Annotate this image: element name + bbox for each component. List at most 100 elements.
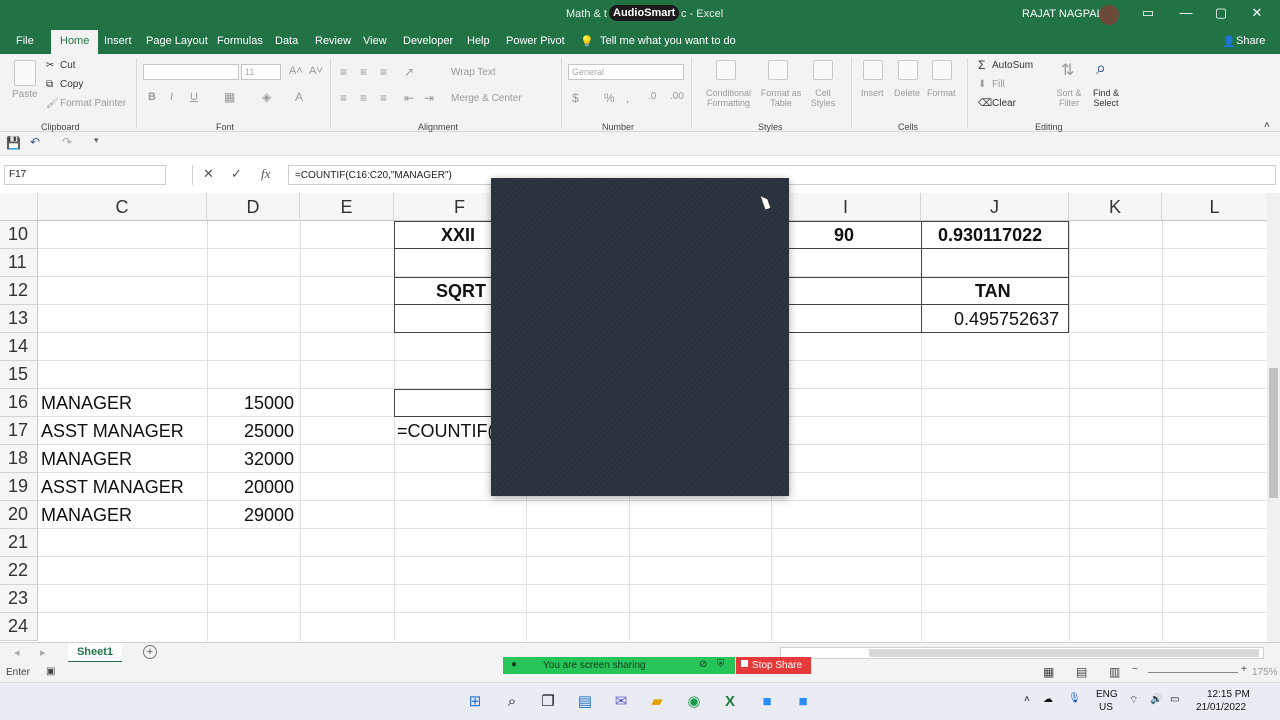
row-header[interactable]: 19 — [0, 473, 38, 501]
tab-formulas[interactable]: Formulas — [217, 35, 263, 47]
wifi-icon[interactable]: ⌔ — [1129, 694, 1138, 707]
insert-function-icon[interactable]: fx — [261, 166, 270, 182]
search-icon[interactable]: ⌕ — [501, 691, 523, 713]
bold-icon[interactable]: B — [148, 91, 156, 103]
tab-view[interactable]: View — [363, 35, 387, 47]
tab-insert[interactable]: Insert — [104, 35, 132, 47]
row-header[interactable]: 15 — [0, 361, 38, 389]
macro-recorder-icon[interactable]: ▣ — [46, 666, 55, 677]
tab-home[interactable]: Home — [51, 30, 99, 54]
zoom-slider[interactable] — [1148, 672, 1238, 673]
autosum-button[interactable]: AutoSum — [992, 60, 1033, 71]
sort-filter-button[interactable]: Sort & Filter — [1052, 88, 1086, 108]
find-select-button[interactable]: Find & Select — [1088, 88, 1124, 108]
page-layout-view-icon[interactable]: ▤ — [1076, 665, 1087, 679]
row-header[interactable]: 24 — [0, 613, 38, 641]
format-cells-icon[interactable] — [932, 60, 952, 80]
insert-cells-button[interactable]: Insert — [861, 88, 884, 98]
tab-file[interactable]: File — [16, 35, 34, 47]
cell-f12[interactable]: SQRT — [436, 281, 486, 302]
comma-icon[interactable]: , — [626, 91, 629, 105]
merge-center-button[interactable]: Merge & Center — [451, 93, 522, 104]
cell-d16[interactable]: 15000 — [244, 393, 294, 414]
align-bottom-icon[interactable]: ≡ — [380, 65, 387, 79]
input-language[interactable]: ENG — [1096, 689, 1118, 700]
row-header[interactable]: 18 — [0, 445, 38, 473]
column-header-e[interactable]: E — [300, 193, 394, 221]
italic-icon[interactable]: I — [170, 91, 173, 103]
format-cells-button[interactable]: Format — [927, 88, 956, 98]
align-left-icon[interactable]: ≡ — [340, 91, 347, 105]
zoom-level[interactable]: 175% — [1252, 667, 1278, 678]
vertical-scrollbar[interactable] — [1267, 193, 1280, 643]
cut-button[interactable]: Cut — [60, 60, 76, 71]
row-header[interactable]: 12 — [0, 277, 38, 305]
cell-i10[interactable]: 90 — [834, 225, 854, 246]
row-header[interactable]: 22 — [0, 557, 38, 585]
customize-qat-icon[interactable]: ▾ — [94, 135, 99, 146]
name-box[interactable]: F17 — [4, 165, 166, 185]
align-top-icon[interactable]: ≡ — [340, 65, 347, 79]
sort-filter-icon[interactable]: ⇅ — [1061, 60, 1074, 80]
column-header-c[interactable]: C — [38, 193, 207, 221]
cell-styles-button[interactable]: Cell Styles — [806, 88, 840, 108]
select-all-corner[interactable] — [0, 193, 38, 221]
minimize-icon[interactable]: — — [1175, 5, 1197, 25]
font-size-box[interactable]: 11 — [241, 64, 281, 80]
fill-button[interactable]: Fill — [992, 79, 1005, 90]
delete-cells-icon[interactable] — [898, 60, 918, 80]
onedrive-icon[interactable]: ☁ — [1043, 694, 1053, 705]
find-icon[interactable]: ⌕ — [1096, 58, 1106, 79]
cell-c16[interactable]: MANAGER — [41, 393, 132, 414]
volume-icon[interactable]: 🔊 — [1150, 694, 1162, 705]
avatar[interactable] — [1099, 5, 1119, 25]
wrap-text-button[interactable]: Wrap Text — [451, 67, 496, 78]
zoom-in-icon[interactable]: + — [1241, 664, 1247, 675]
cell-j10[interactable]: 0.930117022 — [938, 225, 1042, 246]
paste-button[interactable]: Paste — [12, 89, 38, 100]
tab-developer[interactable]: Developer — [403, 35, 453, 47]
cell-styles-icon[interactable] — [813, 60, 833, 80]
maximize-icon[interactable]: ▢ — [1210, 5, 1232, 25]
collapse-ribbon-icon[interactable]: ˄ — [1264, 120, 1270, 131]
cell-c17[interactable]: ASST MANAGER — [41, 421, 184, 442]
widgets-icon[interactable]: ▤ — [574, 691, 596, 713]
close-icon[interactable]: ✕ — [1246, 5, 1268, 25]
font-name-box[interactable] — [143, 64, 239, 80]
cell-c19[interactable]: ASST MANAGER — [41, 477, 184, 498]
format-as-table-icon[interactable] — [768, 60, 788, 80]
cell-j12[interactable]: TAN — [975, 281, 1011, 302]
decrease-decimal-icon[interactable]: .00 — [670, 91, 684, 102]
align-center-icon[interactable]: ≡ — [360, 91, 367, 105]
align-middle-icon[interactable]: ≡ — [360, 65, 367, 79]
font-color-icon[interactable]: A — [295, 90, 303, 104]
format-as-table-button[interactable]: Format as Table — [760, 88, 802, 108]
increase-decimal-icon[interactable]: .0 — [648, 91, 656, 102]
decrease-font-icon[interactable]: A˅ — [309, 65, 323, 77]
column-header-k[interactable]: K — [1069, 193, 1162, 221]
insert-cells-icon[interactable] — [863, 60, 883, 80]
cell-d18[interactable]: 32000 — [244, 449, 294, 470]
cell-c18[interactable]: MANAGER — [41, 449, 132, 470]
undo-icon[interactable]: ↶ — [30, 135, 40, 149]
save-icon[interactable]: 💾 — [6, 136, 21, 150]
conditional-formatting-button[interactable]: Conditional Formatting — [701, 88, 756, 108]
chrome-icon[interactable]: ◉ — [683, 691, 705, 713]
task-view-icon[interactable]: ❐ — [537, 691, 559, 713]
increase-indent-icon[interactable]: ⇥ — [424, 91, 434, 105]
format-painter-button[interactable]: Format Painter — [60, 98, 126, 109]
percent-icon[interactable]: % — [604, 91, 615, 105]
start-icon[interactable]: ⊞ — [464, 691, 486, 713]
sheet-tab-sheet1[interactable]: Sheet1 — [68, 643, 122, 663]
zoom-meeting-icon[interactable]: ■ — [792, 691, 814, 713]
share-button[interactable]: Share — [1236, 35, 1265, 47]
enter-icon[interactable]: ✓ — [231, 166, 242, 182]
microphone-icon[interactable]: 🎙 — [1068, 693, 1081, 704]
user-name[interactable]: RAJAT NAGPAL — [1022, 8, 1103, 20]
cell-d20[interactable]: 29000 — [244, 505, 294, 526]
row-header[interactable]: 14 — [0, 333, 38, 361]
normal-view-icon[interactable]: ▦ — [1043, 665, 1054, 679]
row-header[interactable]: 23 — [0, 585, 38, 613]
row-header[interactable]: 13 — [0, 305, 38, 333]
conditional-formatting-icon[interactable] — [716, 60, 736, 80]
